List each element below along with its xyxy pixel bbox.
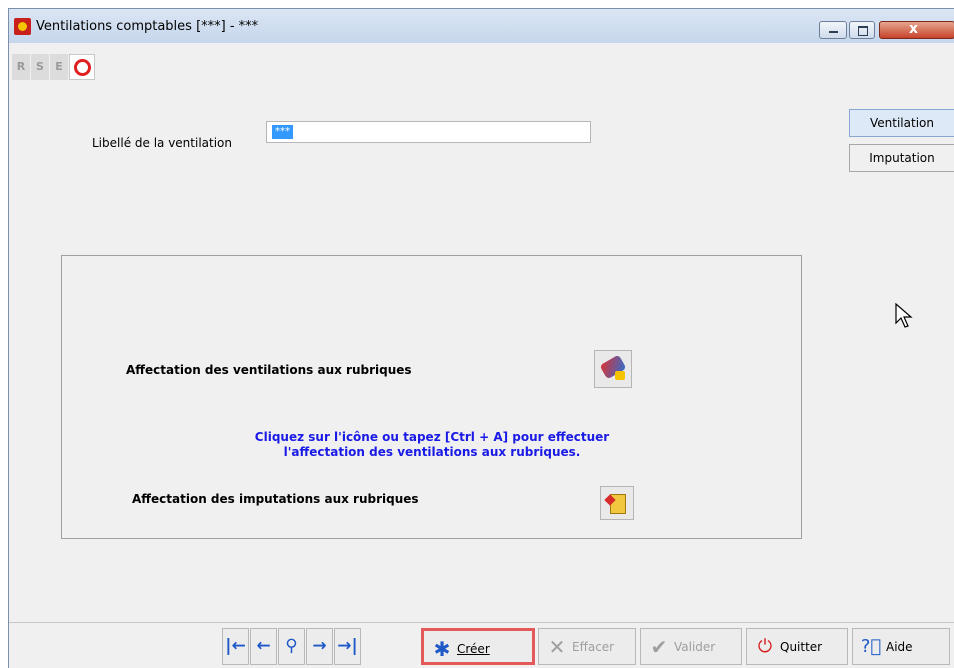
search-icon[interactable]: ⚲ xyxy=(278,628,305,665)
power-ring-icon[interactable] xyxy=(69,54,95,80)
tab-ventilation[interactable]: Ventilation xyxy=(849,109,954,137)
libelle-value: *** xyxy=(272,125,293,139)
libelle-label: Libellé de la ventilation xyxy=(92,136,233,150)
effacer-label: Effacer xyxy=(572,640,615,654)
affectation-ventilations-icon[interactable] xyxy=(594,350,632,388)
snowflake-icon: ✱ xyxy=(433,637,451,661)
mouse-cursor-icon xyxy=(895,303,913,328)
last-record-icon[interactable]: →| xyxy=(334,628,361,665)
app-icon xyxy=(14,18,31,35)
creer-button[interactable]: ✱ Créer xyxy=(421,628,535,665)
close-button[interactable]: x xyxy=(879,21,954,39)
quitter-button[interactable]: ⏻ Quitter xyxy=(746,628,848,665)
minimize-button[interactable] xyxy=(819,21,847,39)
rse-r-button[interactable]: R xyxy=(12,54,30,80)
valider-label: Valider xyxy=(674,640,716,654)
help-line-1: Cliquez sur l'icône ou tapez [Ctrl + A] … xyxy=(254,430,610,444)
valider-button[interactable]: ✔ Valider xyxy=(640,628,742,665)
previous-record-icon[interactable]: ← xyxy=(250,628,277,665)
power-icon: ⏻ xyxy=(757,636,773,657)
affectation-imputations-icon[interactable] xyxy=(600,486,634,520)
quitter-label: Quitter xyxy=(780,640,823,654)
close-icon: x xyxy=(909,21,919,37)
rse-e-button[interactable]: E xyxy=(50,54,68,80)
help-line-2: l'affectation des ventilations aux rubri… xyxy=(283,445,581,459)
application-window: Ventilations comptables [***] - *** x R … xyxy=(8,8,954,668)
aide-button[interactable]: ?⃝ Aide xyxy=(852,628,950,665)
aide-label: Aide xyxy=(886,640,913,654)
libelle-input[interactable]: *** xyxy=(266,121,591,143)
help-text: Cliquez sur l'icône ou tapez [Ctrl + A] … xyxy=(212,430,652,460)
affectation-panel: Affectation des ventilations aux rubriqu… xyxy=(61,255,802,539)
creer-label: Créer xyxy=(457,642,490,656)
title-bar[interactable]: Ventilations comptables [***] - *** x xyxy=(9,9,954,43)
effacer-button[interactable]: ✕ Effacer xyxy=(538,628,636,665)
affectation-imputations-label: Affectation des imputations aux rubrique… xyxy=(132,492,419,506)
check-icon: ✔ xyxy=(650,635,668,659)
x-icon: ✕ xyxy=(548,635,566,659)
affectation-ventilations-label: Affectation des ventilations aux rubriqu… xyxy=(126,363,412,377)
rse-s-button[interactable]: S xyxy=(31,54,49,80)
next-record-icon[interactable]: → xyxy=(306,628,333,665)
bottom-separator xyxy=(9,622,954,623)
tab-imputation[interactable]: Imputation xyxy=(849,144,954,172)
first-record-icon[interactable]: |← xyxy=(222,628,249,665)
window-title: Ventilations comptables [***] - *** xyxy=(36,19,259,34)
help-icon: ?⃝ xyxy=(860,636,882,657)
maximize-button[interactable] xyxy=(849,21,875,39)
